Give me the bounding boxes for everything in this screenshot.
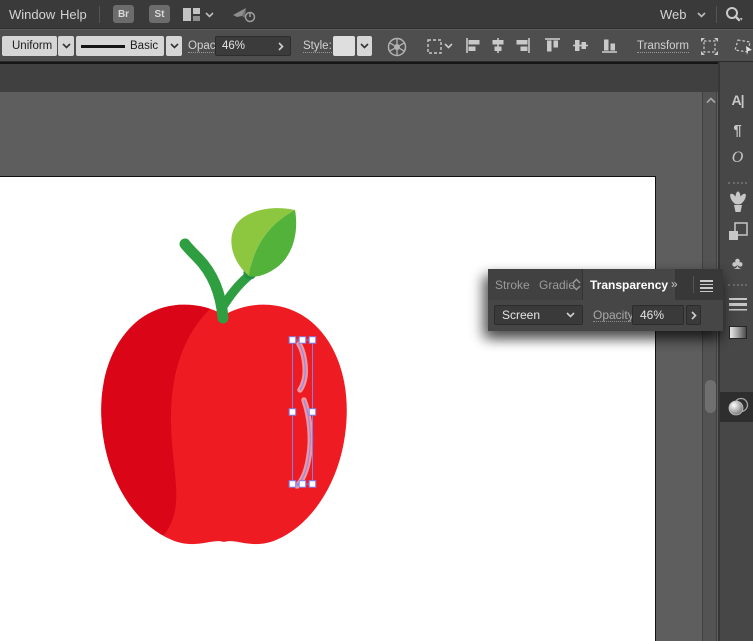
- free-transform-icon[interactable]: [700, 37, 719, 56]
- style-label[interactable]: Style:: [303, 40, 332, 53]
- align-bottom-icon[interactable]: [601, 37, 619, 54]
- stroke-style-preview: [81, 45, 125, 48]
- stroke-style-chevron[interactable]: [166, 36, 182, 56]
- stroke-profile-select[interactable]: Uniform: [2, 36, 57, 56]
- panel-divider: [693, 276, 694, 293]
- menubar-divider: [99, 6, 100, 23]
- dock-divider: [728, 182, 747, 184]
- tab-stroke[interactable]: Stroke: [488, 269, 538, 300]
- stroke-style-label: Basic: [130, 40, 158, 52]
- panel-body: Screen Opacity: 46%: [488, 300, 723, 331]
- symbols-panel-icon[interactable]: ♣: [722, 251, 753, 277]
- search-icon[interactable]: [724, 6, 746, 23]
- chevron-down-icon[interactable]: [697, 12, 706, 18]
- align-left-icon[interactable]: [465, 37, 483, 54]
- align-right-icon[interactable]: [513, 37, 531, 54]
- stroke-style-select[interactable]: Basic: [76, 36, 164, 56]
- stroke-panel-icon[interactable]: [722, 291, 753, 317]
- paragraph-panel-icon[interactable]: ¶: [722, 117, 753, 143]
- chevron-right-icon[interactable]: [278, 42, 284, 51]
- opacity-field[interactable]: 46%: [215, 36, 291, 56]
- document-tab-strip: [0, 62, 718, 92]
- brushes-panel-icon[interactable]: [722, 189, 753, 215]
- panel-opacity-field[interactable]: 46%: [632, 305, 684, 325]
- control-bar: Uniform Basic Opacity: 46% Style:: [0, 29, 753, 62]
- chevron-down-icon: [205, 12, 214, 18]
- apple-artwork[interactable]: [0, 177, 656, 641]
- chevron-down-icon: [566, 312, 575, 318]
- opacity-value: 46%: [222, 40, 245, 52]
- stroke-profile-label: Uniform: [12, 40, 52, 52]
- style-swatch[interactable]: [333, 36, 355, 56]
- illustrator-window: Window Help Br St Web: [0, 0, 753, 641]
- scrollbar-thumb[interactable]: [705, 380, 716, 413]
- gradient-panel-icon[interactable]: [722, 319, 753, 345]
- panel-tab-bar: Stroke Gradie Transparency »: [488, 269, 723, 300]
- stock-button[interactable]: St: [149, 5, 170, 23]
- tab-overflow-icon[interactable]: [572, 278, 581, 291]
- workspace-switcher-icon[interactable]: [183, 8, 200, 21]
- recolor-artwork-icon[interactable]: [387, 37, 407, 57]
- transparency-panel-icon[interactable]: [722, 394, 753, 420]
- blend-mode-value: Screen: [502, 308, 540, 322]
- transform-label[interactable]: Transform: [637, 40, 689, 53]
- free-distort-icon[interactable]: [733, 37, 753, 56]
- scroll-up-icon[interactable]: [706, 97, 716, 104]
- menu-bar: Window Help Br St Web: [0, 0, 753, 29]
- canvas-area[interactable]: [0, 92, 718, 641]
- menubar-divider: [716, 6, 717, 23]
- menu-window[interactable]: Window: [9, 7, 55, 22]
- share-icon[interactable]: [231, 6, 257, 23]
- artboard[interactable]: [0, 176, 656, 641]
- dock-divider: [728, 284, 747, 286]
- align-center-vertical-icon[interactable]: [572, 37, 590, 54]
- panel-opacity-label[interactable]: Opacity:: [593, 309, 637, 322]
- panel-opacity-expand[interactable]: [686, 305, 701, 325]
- bridge-button[interactable]: Br: [113, 5, 134, 23]
- align-top-icon[interactable]: [544, 37, 562, 54]
- character-panel-icon[interactable]: A|: [722, 87, 753, 113]
- pathfinder-panel-icon[interactable]: [722, 219, 753, 245]
- panel-collapse-icon[interactable]: »: [671, 277, 677, 291]
- opentype-panel-icon[interactable]: O: [722, 145, 753, 171]
- tab-transparency[interactable]: Transparency: [583, 269, 675, 300]
- panel-dock: A| ¶ O ♣: [718, 62, 753, 641]
- stroke-profile-chevron[interactable]: [58, 36, 74, 56]
- blend-mode-select[interactable]: Screen: [494, 305, 583, 325]
- vertical-scrollbar[interactable]: [702, 92, 717, 641]
- panel-menu-icon[interactable]: [700, 278, 713, 294]
- menu-help[interactable]: Help: [60, 7, 87, 22]
- workspace-select[interactable]: Web: [660, 7, 687, 22]
- align-center-horizontal-icon[interactable]: [489, 37, 507, 54]
- document-setup-icon[interactable]: [427, 38, 453, 55]
- style-chevron[interactable]: [357, 36, 372, 56]
- transparency-panel: Stroke Gradie Transparency » Screen Opac…: [488, 269, 723, 331]
